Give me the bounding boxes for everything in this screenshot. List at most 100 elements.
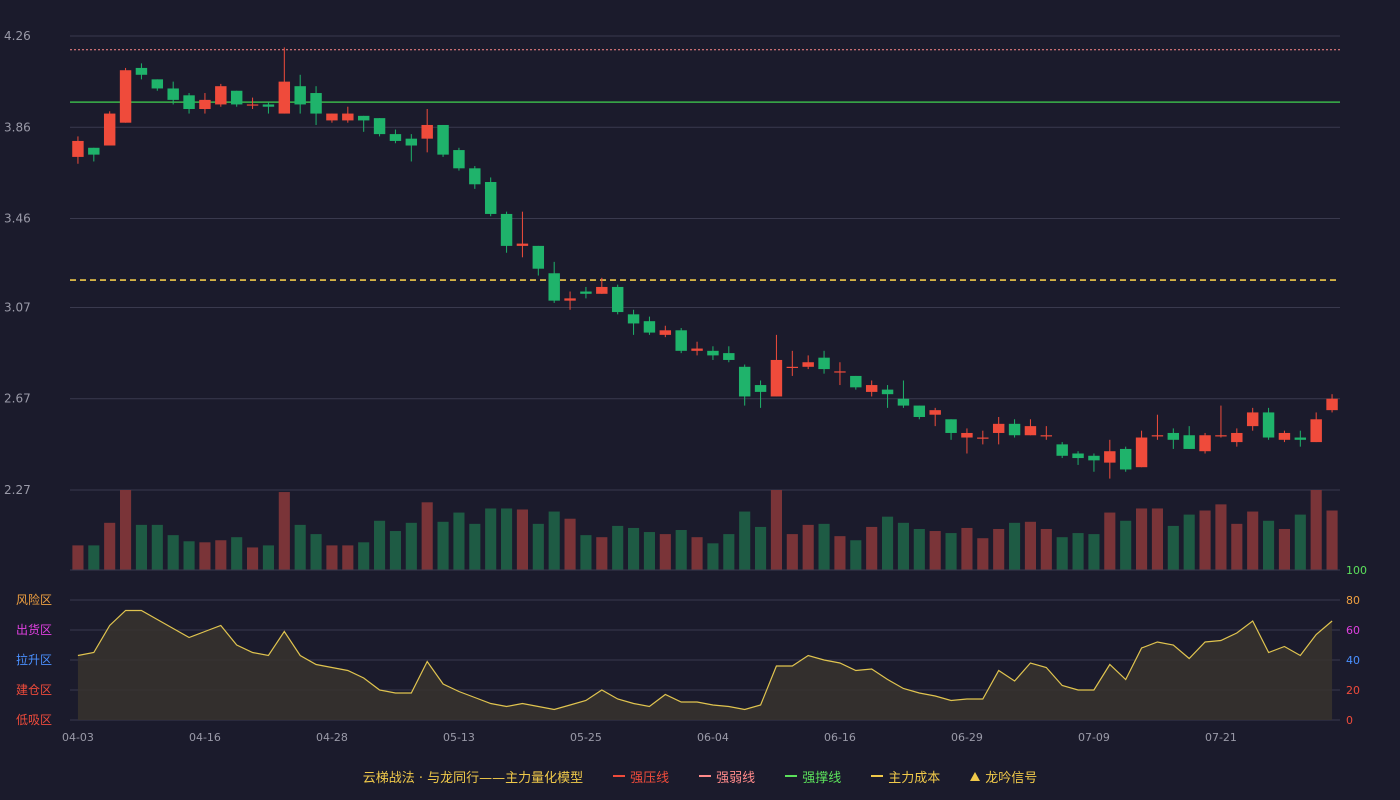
candle-down [580, 286, 592, 299]
candle-body [548, 273, 560, 301]
candle-body [643, 321, 656, 333]
candle-up [1246, 407, 1259, 431]
volume-bar [72, 545, 84, 570]
candle-body [1056, 444, 1068, 456]
price-tick-label: 2.27 [4, 483, 31, 497]
candle-body [596, 286, 608, 294]
candle-body [1167, 432, 1180, 440]
volume-bar [453, 512, 465, 570]
candle-down [723, 346, 735, 363]
candle-up [1151, 414, 1164, 440]
date-tick-label: 04-03 [62, 731, 94, 744]
candle-up [977, 430, 989, 445]
candle-body [977, 437, 989, 439]
date-tick-label: 05-25 [570, 731, 602, 744]
candle-body [834, 371, 846, 373]
candle-body [199, 99, 211, 110]
zone-label: 出货区 [16, 622, 52, 637]
price-tick-label: 3.46 [4, 212, 31, 226]
volume-bar [755, 526, 767, 570]
candle-body [453, 150, 465, 169]
candle-up [215, 83, 227, 107]
candle-body [135, 67, 148, 75]
volume-bar [1294, 514, 1306, 570]
candle-body [913, 405, 926, 417]
candle-body [1040, 435, 1053, 437]
date-tick-label: 06-04 [697, 731, 729, 744]
volume-bar [1183, 514, 1195, 570]
candle-body [1008, 423, 1021, 436]
candle-body [1151, 435, 1164, 437]
candle-body [707, 350, 719, 356]
candle-body [1278, 432, 1291, 440]
volume-bar [485, 508, 497, 570]
volume-bar [247, 547, 259, 570]
candle-body [802, 362, 814, 367]
zone-label: 建仓区 [16, 683, 52, 697]
candle-down [532, 245, 545, 276]
indicator-area [77, 609, 1333, 720]
candle-up [1135, 430, 1148, 468]
candle-body [675, 330, 687, 351]
candle-up [929, 407, 941, 427]
legend-item-strong-pressure[interactable]: 强压线 [613, 767, 669, 786]
candle-body [1135, 437, 1148, 468]
date-tick-label: 06-16 [824, 731, 856, 744]
candle-body [262, 104, 275, 107]
volume-bar [834, 536, 846, 570]
date-tick-label: 05-13 [443, 731, 475, 744]
candle-body [754, 385, 767, 392]
legend-item-strong-support[interactable]: 强撑线 [785, 767, 841, 786]
candle-down [1072, 451, 1084, 465]
volume-bar [1056, 537, 1068, 570]
volume-bar [358, 542, 370, 570]
volume-bar [818, 523, 830, 570]
candle-body [294, 86, 306, 105]
candle-body [1231, 432, 1243, 443]
candle-down [151, 79, 164, 91]
price-tick-label: 4.26 [4, 29, 31, 43]
candle-body [72, 140, 84, 157]
candle-body [119, 70, 132, 123]
indicator-tick-label: 20 [1346, 684, 1360, 697]
volume-bar [580, 535, 592, 570]
indicator-tick-label: 0 [1346, 714, 1353, 727]
legend-item-dragon-signal[interactable]: 龙吟信号 [970, 767, 1037, 786]
candle-body [326, 113, 338, 121]
volume-bar [374, 520, 386, 570]
candle-body [1246, 412, 1259, 427]
price-tick-label: 2.67 [4, 392, 31, 406]
candle-down [818, 350, 830, 374]
volume-bar [786, 534, 798, 570]
candle-body [500, 213, 513, 246]
candle-down [389, 129, 402, 144]
candle-body [1183, 435, 1195, 449]
legend-item-main-cost[interactable]: 主力成本 [871, 767, 940, 786]
candle-body [437, 124, 449, 155]
candle-body [151, 79, 164, 89]
candle-body [405, 138, 418, 146]
volume-bar [294, 524, 306, 570]
candle-body [1104, 451, 1116, 463]
candle-up [1231, 428, 1243, 447]
volume-bar [977, 538, 989, 570]
volume-bar [993, 528, 1005, 570]
candle-body [865, 385, 878, 392]
candle-body [1294, 437, 1307, 440]
candle-body [945, 419, 957, 433]
zone-label: 拉升区 [16, 652, 52, 667]
legend-title: 云梯战法 · 与龙同行——主力量化模型 [362, 770, 584, 786]
indicator-axis-labels: 0 20 40 60 80 100 [1346, 564, 1367, 727]
volume-bar [167, 535, 179, 570]
candle-body [659, 330, 672, 335]
volume-bar [866, 526, 878, 570]
dashed-line-icon [699, 775, 712, 777]
legend-item-strength-weakness[interactable]: 强弱线 [699, 767, 755, 786]
price-axis-labels: 2.27 2.67 3.07 3.46 3.86 4.26 [4, 29, 31, 497]
candle-up [1199, 432, 1211, 454]
volume-bar [389, 531, 401, 570]
volume-bar [183, 541, 195, 570]
candle-body [1215, 435, 1227, 437]
candle-down [850, 375, 862, 390]
volume-bar [1231, 523, 1243, 570]
